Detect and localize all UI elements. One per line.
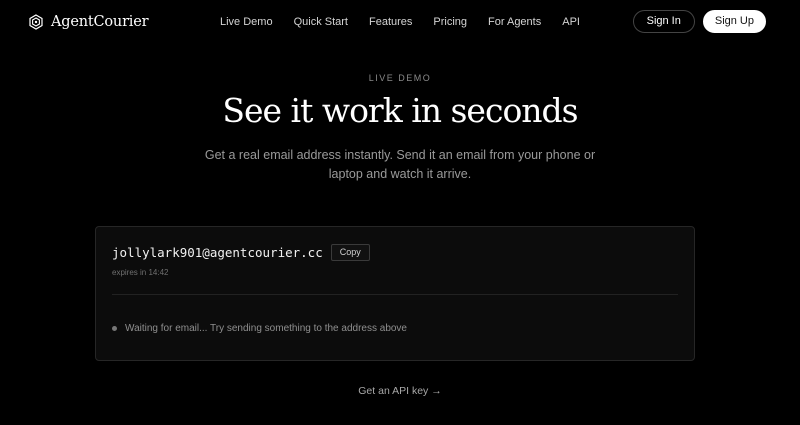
address-row: jollylark901@agentcourier.cc Copy (112, 244, 370, 261)
inbox-status: Waiting for email... Try sending somethi… (112, 323, 407, 334)
sign-up-button[interactable]: Sign Up (702, 10, 766, 33)
get-api-key-link[interactable]: Get an API key → (358, 385, 441, 397)
top-nav: AgentCourier Live Demo Quick Start Featu… (0, 0, 800, 43)
nav-link-features[interactable]: Features (369, 16, 412, 28)
card-divider (112, 294, 678, 295)
hexagon-logo-icon (29, 13, 43, 30)
nav-link-api[interactable]: API (562, 16, 580, 28)
brand-name: AgentCourier (51, 13, 149, 30)
brand[interactable]: AgentCourier (28, 13, 149, 30)
demo-inbox-card: jollylark901@agentcourier.cc Copy expire… (95, 226, 695, 361)
status-dot-icon (112, 326, 117, 331)
sign-in-button[interactable]: Sign In (632, 10, 695, 33)
temp-email-address[interactable]: jollylark901@agentcourier.cc (112, 245, 323, 260)
hero-subtext: Get a real email address instantly. Send… (204, 148, 596, 181)
copy-button[interactable]: Copy (330, 244, 370, 261)
cta-row: Get an API key → (0, 385, 800, 397)
auth-actions: Sign In Sign Up (632, 10, 766, 33)
nav-link-quick-start[interactable]: Quick Start (294, 16, 348, 28)
hero-headline: See it work in seconds (222, 91, 578, 130)
nav-link-live-demo[interactable]: Live Demo (220, 16, 273, 28)
expires-countdown: expires in 14:42 (112, 268, 169, 277)
nav-link-pricing[interactable]: Pricing (433, 16, 467, 28)
section-eyebrow: LIVE DEMO (368, 73, 432, 83)
nav-links: Live Demo Quick Start Features Pricing F… (220, 0, 601, 43)
status-text: Waiting for email... Try sending somethi… (125, 323, 407, 334)
nav-link-for-agents[interactable]: For Agents (488, 16, 541, 28)
